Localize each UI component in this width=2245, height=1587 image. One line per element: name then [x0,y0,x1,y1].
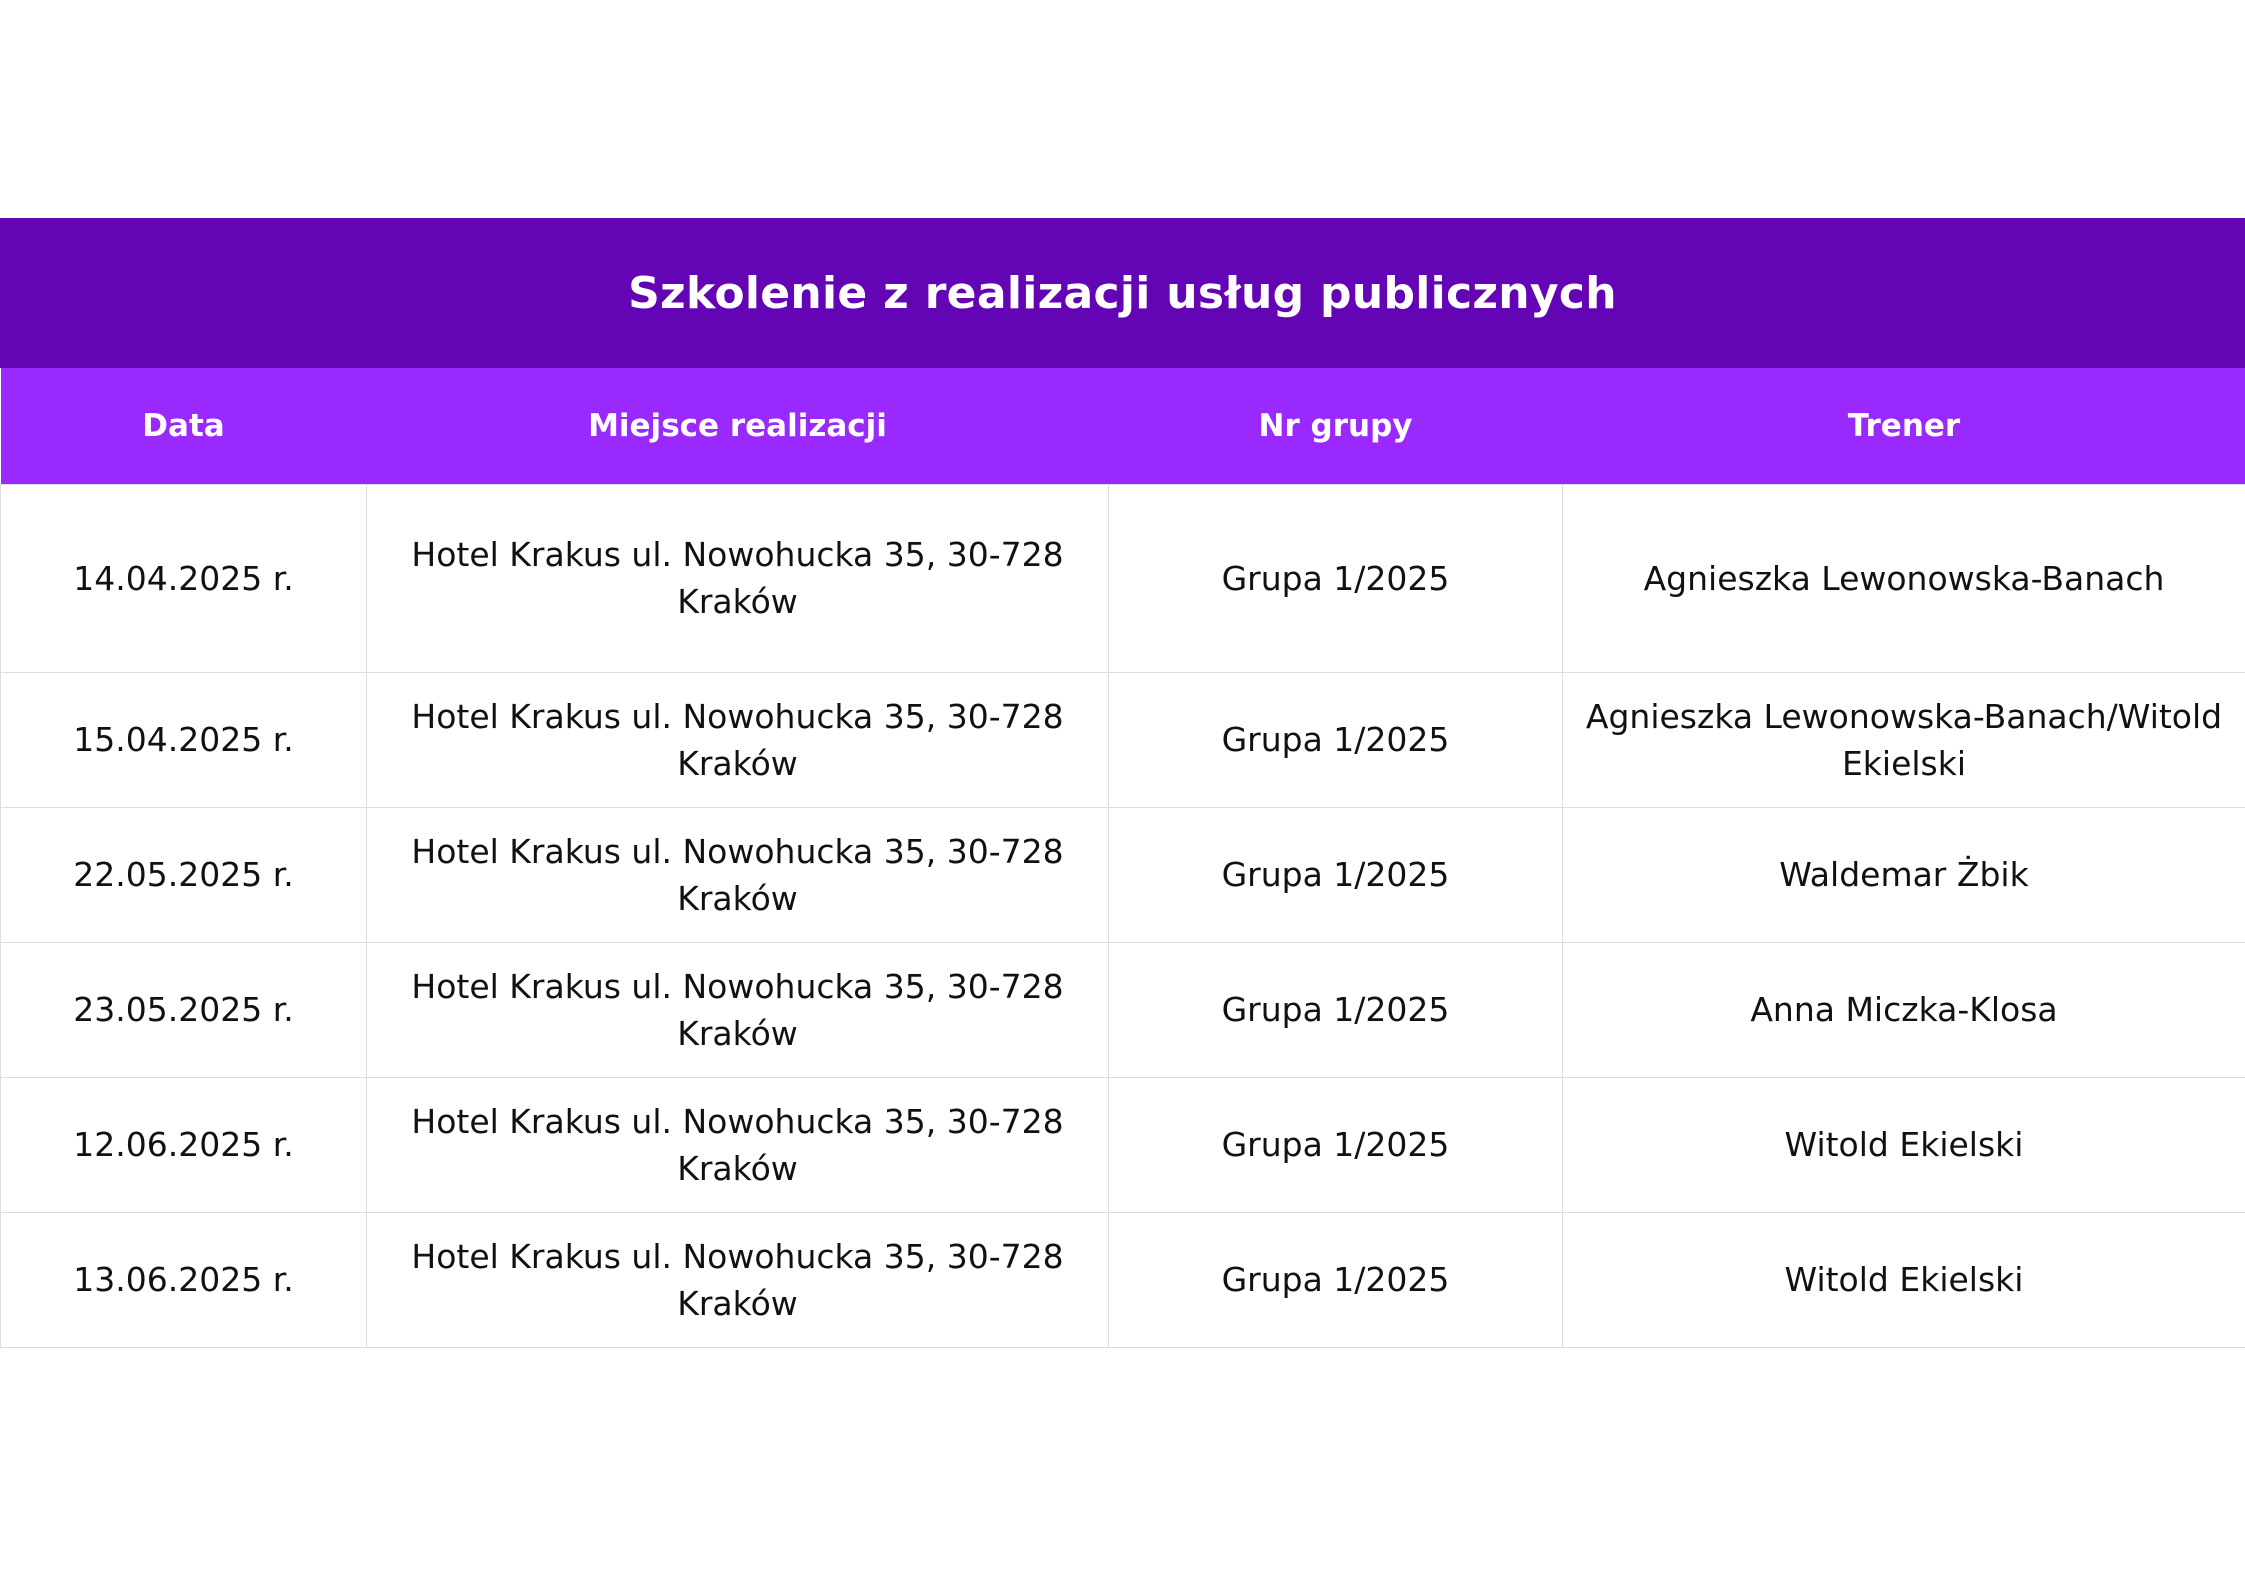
group-cell: Grupa 1/2025 [1108,1211,1563,1348]
place-cell: Hotel Krakus ul. Nowohucka 35, 30-728 Kra… [366,1076,1109,1213]
date-cell: 12.06.2025 r. [0,1076,367,1213]
training-schedule: Szkolenie z realizacji usług publicznych… [0,218,2245,1348]
place-cell: Hotel Krakus ul. Nowohucka 35, 30-728 Kra… [366,806,1109,943]
schedule-table: Data Miejsce realizacji Nr grupy Trener … [0,368,2245,1348]
table-body: 14.04.2025 r. Hotel Krakus ul. Nowohucka… [0,483,2245,1348]
title-bar: Szkolenie z realizacji usług publicznych [0,218,2245,368]
trainer-cell: Witold Ekielski [1562,1076,2245,1213]
trainer-cell: Anna Miczka-Klosa [1562,941,2245,1078]
place-line: Kraków [677,1148,798,1188]
place-line: Hotel Krakus ul. Nowohucka 35, 30-728 [411,535,1064,574]
group-cell: Grupa 1/2025 [1108,941,1563,1078]
group-cell: Grupa 1/2025 [1108,483,1563,673]
trainer-line: Ekielski [1841,743,1967,783]
place-cell: Hotel Krakus ul. Nowohucka 35, 30-728 Kra… [366,1211,1109,1348]
place-line: Hotel Krakus ul. Nowohucka 35, 30-728 [411,966,1064,1006]
group-cell: Grupa 1/2025 [1108,1076,1563,1213]
table-row: 13.06.2025 r. Hotel Krakus ul. Nowohucka… [0,1211,2245,1348]
date-cell: 22.05.2025 r. [0,806,367,943]
table-row: 15.04.2025 r. Hotel Krakus ul. Nowohucka… [0,671,2245,808]
trainer-cell: Agnieszka Lewonowska-Banach [1562,483,2245,673]
place-line: Kraków [677,1283,798,1323]
header-row: Data Miejsce realizacji Nr grupy Trener [0,368,2245,484]
place-line: Hotel Krakus ul. Nowohucka 35, 30-728 [411,1236,1064,1276]
table-row: 12.06.2025 r. Hotel Krakus ul. Nowohucka… [0,1076,2245,1213]
table-row: 23.05.2025 r. Hotel Krakus ul. Nowohucka… [0,941,2245,1078]
place-cell: Hotel Krakus ul. Nowohucka 35, 30-728 Kra… [366,941,1109,1078]
place-line: Kraków [677,582,798,621]
group-cell: Grupa 1/2025 [1108,671,1563,808]
trainer-cell: Witold Ekielski [1562,1211,2245,1348]
place-line: Kraków [677,743,798,783]
trainer-line: Waldemar Żbik [1779,855,2029,894]
date-cell: 23.05.2025 r. [0,941,367,1078]
place-cell: Hotel Krakus ul. Nowohucka 35, 30-728 Kra… [366,671,1109,808]
place-cell: Hotel Krakus ul. Nowohucka 35, 30-728 Kra… [366,483,1109,673]
table-row: 14.04.2025 r. Hotel Krakus ul. Nowohucka… [0,483,2245,673]
trainer-line: Witold Ekielski [1784,1260,2024,1299]
trainer-line: Agnieszka Lewonowska-Banach [1643,558,2165,598]
place-line: Kraków [677,878,798,918]
table-row: 22.05.2025 r. Hotel Krakus ul. Nowohucka… [0,806,2245,943]
column-header-place: Miejsce realizacji [588,407,887,444]
trainer-line: Witold Ekielski [1784,1125,2024,1164]
date-cell: 13.06.2025 r. [0,1211,367,1348]
table-header: Data Miejsce realizacji Nr grupy Trener [0,368,2245,484]
place-line: Hotel Krakus ul. Nowohucka 35, 30-728 [411,696,1064,736]
date-cell: 15.04.2025 r. [0,671,367,808]
date-cell: 14.04.2025 r. [0,483,367,673]
trainer-line: Agnieszka Lewonowska-Banach/Witold [1585,696,2223,736]
place-line: Kraków [677,1013,798,1053]
place-line: Hotel Krakus ul. Nowohucka 35, 30-728 [411,1101,1064,1141]
trainer-cell: Waldemar Żbik [1562,806,2245,943]
column-header-group: Nr grupy [1258,407,1413,444]
trainer-line: Anna Miczka-Klosa [1750,990,2058,1029]
schedule-title: Szkolenie z realizacji usług publicznych [628,267,1617,319]
column-header-date: Data [142,407,225,444]
place-line: Hotel Krakus ul. Nowohucka 35, 30-728 [411,831,1064,871]
group-cell: Grupa 1/2025 [1108,806,1563,943]
column-header-trainer: Trener [1847,407,1961,444]
trainer-cell: Agnieszka Lewonowska-Banach/Witold Ekiels… [1562,671,2245,808]
